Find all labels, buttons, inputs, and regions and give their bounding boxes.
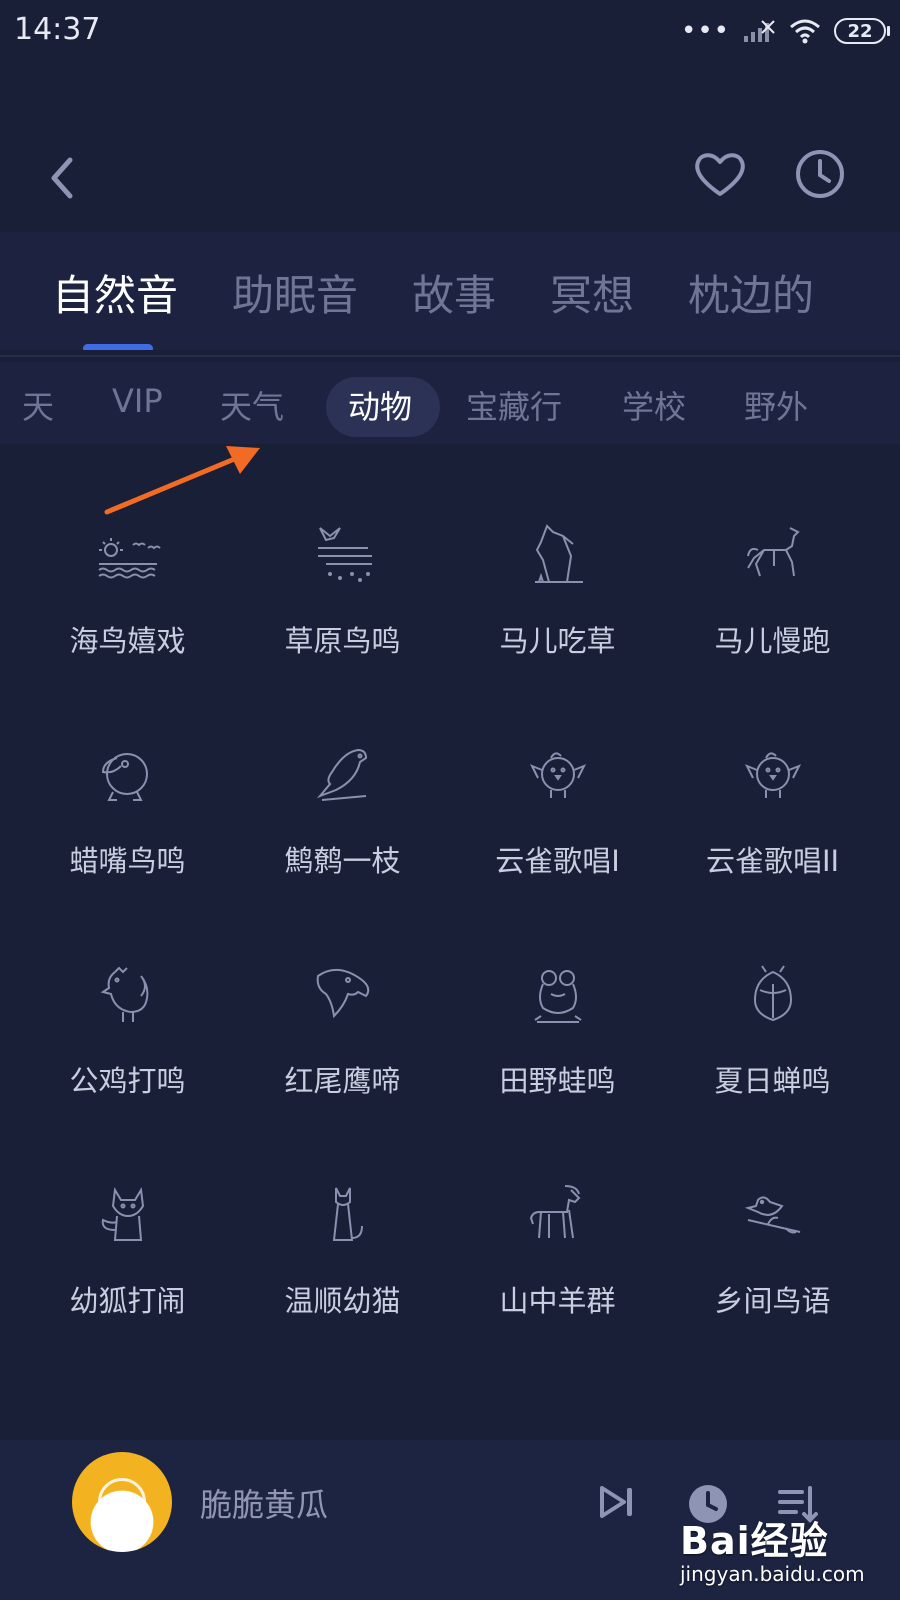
sub-tab-school[interactable]: 学校 [622, 382, 686, 428]
heart-icon [695, 153, 745, 196]
skylark-icon [744, 752, 801, 798]
sound-item[interactable]: 红尾鹰啼 [235, 950, 450, 1130]
sound-item[interactable]: 田野蛙鸣 [450, 950, 665, 1130]
signal-icon [744, 20, 775, 42]
sound-label: 幼狐打闹 [69, 1284, 186, 1318]
prairie-bird-icon [317, 527, 372, 582]
status-bar: 14:37 ••• 22 [0, 0, 900, 62]
sound-label: 海鸟嬉戏 [69, 624, 186, 658]
frog-icon [533, 970, 582, 1023]
tab-sleep-sounds[interactable]: 助眠音 [232, 262, 358, 323]
tab-bedside[interactable]: 枕边的 [688, 262, 814, 323]
sound-item[interactable]: 山中羊群 [450, 1170, 665, 1350]
sound-label: 红尾鹰啼 [284, 1064, 401, 1098]
clock-icon [796, 150, 844, 198]
next-track-icon [600, 1486, 632, 1518]
more-dots-icon: ••• [680, 16, 730, 46]
tabs-divider [0, 355, 900, 357]
status-icons: ••• 22 [680, 14, 890, 48]
sound-label: 田野蛙鸣 [499, 1064, 616, 1098]
cat-icon [332, 1187, 363, 1241]
wifi-icon [790, 19, 820, 44]
sub-tab-wild[interactable]: 野外 [744, 382, 808, 428]
sound-item[interactable]: 马儿慢跑 [665, 510, 880, 690]
favorite-button[interactable] [690, 144, 750, 204]
cicada-icon [753, 965, 792, 1022]
history-button[interactable] [790, 144, 850, 204]
top-bar [0, 130, 900, 220]
toucan-icon [101, 753, 148, 801]
battery-icon: 22 [834, 18, 890, 44]
album-art[interactable] [72, 1452, 172, 1552]
sound-label: 蜡嘴鸟鸣 [69, 844, 186, 878]
sound-label: 马儿慢跑 [714, 624, 831, 658]
sound-item[interactable]: 云雀歌唱II [665, 730, 880, 910]
sound-item[interactable]: 云雀歌唱I [450, 730, 665, 910]
sound-label: 公鸡打鸣 [69, 1064, 186, 1098]
watermark: Bai经验 jingyan.baidu.com [680, 1510, 900, 1600]
sound-label: 夏日蝉鸣 [714, 1064, 831, 1098]
status-time: 14:37 [14, 12, 101, 47]
sound-label: 乡间鸟语 [714, 1284, 831, 1318]
sound-item[interactable]: 马儿吃草 [450, 510, 665, 690]
sound-label: 山中羊群 [499, 1284, 616, 1318]
sound-item[interactable]: 公鸡打鸣 [20, 950, 235, 1130]
sub-tab-day[interactable]: 天 [22, 382, 54, 428]
sound-item[interactable]: 鹪鹩一枝 [235, 730, 450, 910]
seabird-icon [97, 538, 161, 579]
rooster-icon [100, 966, 148, 1022]
sub-tabs: 天 VIP 天气 动物 宝藏行 学校 野外 [0, 362, 900, 444]
sound-item[interactable]: 幼狐打闹 [20, 1170, 235, 1350]
sub-tab-weather[interactable]: 天气 [220, 382, 284, 428]
tab-indicator [83, 344, 153, 350]
sound-item[interactable]: 温顺幼猫 [235, 1170, 450, 1350]
sound-item[interactable]: 蜡嘴鸟鸣 [20, 730, 235, 910]
sub-tab-treasure[interactable]: 宝藏行 [466, 382, 562, 428]
sound-item[interactable]: 草原鸟鸣 [235, 510, 450, 690]
main-tabs: 自然音 助眠音 故事 冥想 枕边的 [0, 232, 900, 350]
play-icon[interactable] [98, 1478, 146, 1526]
watermark-url: jingyan.baidu.com [680, 1562, 865, 1586]
goat-icon [529, 1185, 580, 1239]
horse-grazing-icon [534, 524, 583, 583]
tab-meditation[interactable]: 冥想 [550, 262, 634, 323]
back-arrow-icon [51, 157, 73, 199]
sub-tab-animals[interactable]: 动物 [348, 382, 412, 428]
fox-icon [101, 1187, 144, 1241]
sound-label: 草原鸟鸣 [284, 624, 401, 658]
sound-label: 鹪鹩一枝 [284, 844, 401, 878]
sound-label: 马儿吃草 [499, 624, 616, 658]
sound-item[interactable]: 夏日蝉鸣 [665, 950, 880, 1130]
bird-branch-icon [744, 1196, 800, 1234]
wren-icon [316, 748, 367, 801]
sound-label: 温顺幼猫 [284, 1284, 401, 1318]
back-button[interactable] [40, 148, 90, 208]
track-title[interactable]: 脆脆黄瓜 [200, 1480, 328, 1526]
tab-nature-sounds[interactable]: 自然音 [52, 262, 178, 323]
skylark-icon [529, 752, 586, 798]
horse-running-icon [746, 527, 800, 577]
tab-stories[interactable]: 故事 [412, 262, 496, 323]
eagle-icon [316, 969, 369, 1019]
sound-item[interactable]: 海鸟嬉戏 [20, 510, 235, 690]
sound-label: 云雀歌唱II [705, 844, 840, 878]
sub-tab-vip[interactable]: VIP [112, 382, 163, 420]
watermark-brand: Bai经验 [680, 1519, 829, 1563]
next-track-button[interactable] [596, 1482, 636, 1522]
sound-label: 云雀歌唱I [495, 844, 620, 878]
sound-item[interactable]: 乡间鸟语 [665, 1170, 880, 1350]
